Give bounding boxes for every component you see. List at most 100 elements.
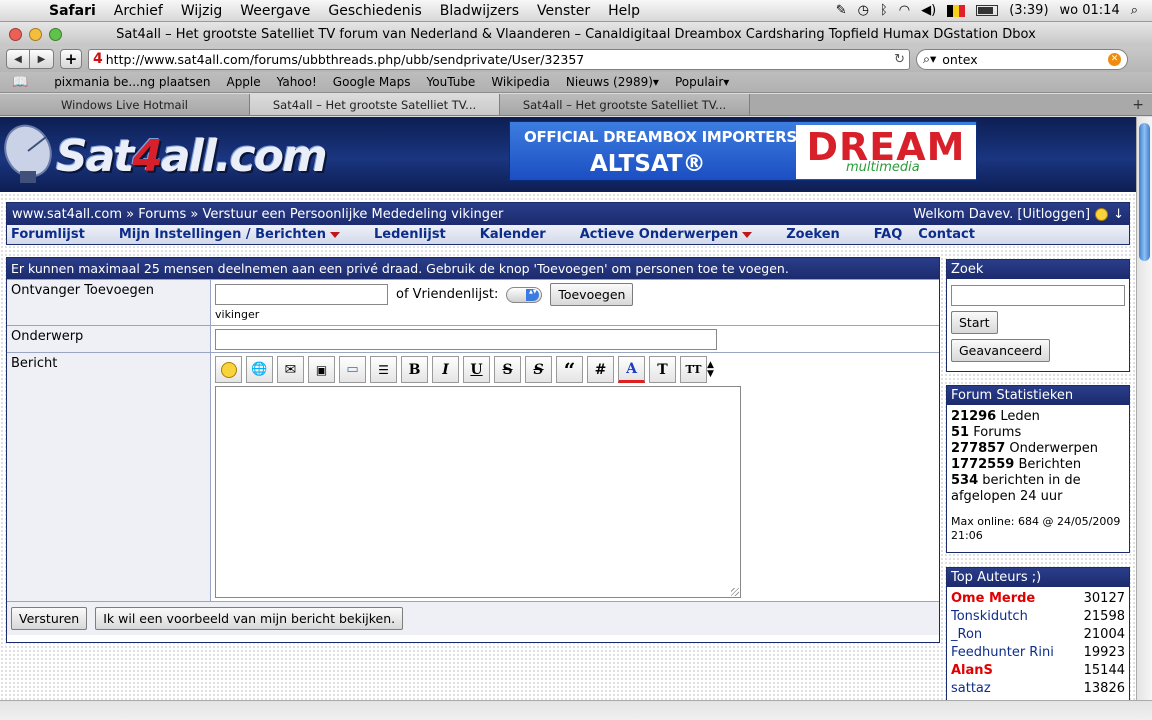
strikethrough-button[interactable]: S bbox=[494, 356, 521, 383]
add-recipient-button[interactable]: Toevoegen bbox=[550, 283, 634, 306]
vertical-scrollbar[interactable] bbox=[1136, 117, 1152, 700]
nav-mijn-instellingen[interactable]: Mijn Instellingen / Berichten bbox=[119, 227, 340, 242]
insert-image-icon[interactable]: ▣ bbox=[308, 356, 335, 383]
top-author-name[interactable]: Feedhunter Rini bbox=[951, 644, 1054, 662]
bookmark-yahoo[interactable]: Yahoo! bbox=[277, 75, 317, 89]
battery-icon[interactable] bbox=[976, 5, 999, 16]
preview-button[interactable]: Ik wil een voorbeeld van mijn bericht be… bbox=[95, 607, 404, 630]
tab-sat4all[interactable]: Sat4all – Het grootste Satelliet TV... bbox=[500, 94, 750, 115]
forward-button[interactable]: ▶ bbox=[30, 49, 54, 69]
bookmark-nieuws[interactable]: Nieuws (2989)▾ bbox=[566, 75, 659, 89]
top-author-name[interactable]: sattaz bbox=[951, 680, 991, 698]
close-window-icon[interactable] bbox=[9, 27, 22, 41]
search-icon[interactable]: ⌕▾ bbox=[923, 51, 936, 67]
top-author-name[interactable]: _Ron bbox=[951, 626, 982, 644]
belgian-flag-icon[interactable] bbox=[947, 4, 966, 17]
menu-weergave[interactable]: Weergave bbox=[231, 3, 319, 19]
advanced-search-button[interactable]: Geavanceerd bbox=[951, 339, 1051, 362]
nav-actieve-onderwerpen[interactable]: Actieve Onderwerpen bbox=[580, 227, 753, 242]
add-bookmark-button[interactable]: + bbox=[60, 49, 82, 69]
menu-help[interactable]: Help bbox=[599, 3, 649, 19]
new-tab-button[interactable]: + bbox=[1124, 94, 1152, 115]
spoiler-button[interactable]: S bbox=[525, 356, 552, 383]
reload-icon[interactable]: ↻ bbox=[894, 52, 905, 67]
advertisement-banner[interactable]: OFFICIAL DREAMBOX IMPORTERS ALTSAT® DREA… bbox=[509, 121, 977, 181]
friends-list-select[interactable] bbox=[506, 286, 543, 303]
search-field[interactable]: ⌕▾ ontex ✕ bbox=[916, 48, 1128, 70]
nav-zoeken[interactable]: Zoeken bbox=[786, 227, 840, 242]
scrollbar-thumb[interactable] bbox=[1139, 123, 1150, 261]
top-author-count: 21598 bbox=[1083, 609, 1125, 624]
wifi-icon[interactable]: ◠ bbox=[899, 3, 910, 18]
top-author-name[interactable]: Tonskidutch bbox=[951, 608, 1028, 626]
nav-faq[interactable]: FAQ bbox=[874, 227, 903, 242]
font-color-button[interactable]: A bbox=[618, 356, 645, 383]
subject-input[interactable] bbox=[215, 329, 717, 350]
nav-kalender[interactable]: Kalender bbox=[480, 227, 546, 242]
quote-button[interactable]: “ bbox=[556, 356, 583, 383]
menu-venster[interactable]: Venster bbox=[528, 3, 599, 19]
bookmark-populair[interactable]: Populair▾ bbox=[675, 75, 729, 89]
bookmark-apple[interactable]: Apple bbox=[226, 75, 260, 89]
forum-search-input[interactable] bbox=[951, 285, 1125, 306]
minimize-window-icon[interactable] bbox=[29, 27, 42, 41]
dropdown-arrow-icon[interactable] bbox=[742, 231, 753, 238]
send-button[interactable]: Versturen bbox=[11, 607, 88, 630]
bookmark-pixmania[interactable]: pixmania be...ng plaatsen bbox=[54, 75, 210, 89]
tab-hotmail[interactable]: Windows Live Hotmail bbox=[0, 94, 250, 115]
volume-icon[interactable]: ◀) bbox=[921, 3, 936, 18]
insert-email-icon[interactable]: ✉ bbox=[277, 356, 304, 383]
font-size-button[interactable]: TT bbox=[680, 356, 707, 383]
tab-sat4all-active[interactable]: Sat4all – Het grootste Satelliet TV... bbox=[250, 94, 500, 115]
underline-button[interactable]: U bbox=[463, 356, 490, 383]
time-machine-icon[interactable]: ◷ bbox=[858, 3, 869, 18]
top-author-count: 13826 bbox=[1083, 681, 1125, 696]
address-url[interactable]: http://www.sat4all.com/forums/ubbthreads… bbox=[106, 52, 894, 67]
menu-app-safari[interactable]: Safari bbox=[40, 3, 105, 19]
script-menu-icon[interactable]: ✎ bbox=[836, 3, 847, 18]
menu-bladwijzers[interactable]: Bladwijzers bbox=[431, 3, 528, 19]
menu-geschiedenis[interactable]: Geschiedenis bbox=[319, 3, 430, 19]
insert-picture-icon[interactable]: ▭ bbox=[339, 356, 366, 383]
dropdown-arrow-icon[interactable] bbox=[329, 231, 340, 238]
nav-contact[interactable]: Contact bbox=[918, 227, 975, 242]
recipient-input[interactable] bbox=[215, 284, 388, 305]
bookmark-wikipedia[interactable]: Wikipedia bbox=[491, 75, 550, 89]
search-query[interactable]: ontex bbox=[942, 52, 1102, 67]
resize-editor-icon[interactable]: ▲ ▼ bbox=[707, 360, 714, 379]
menubar-clock[interactable]: wo 01:14 bbox=[1060, 3, 1120, 18]
top-author-name[interactable]: AlanS bbox=[951, 662, 993, 680]
bluetooth-icon[interactable]: ᛒ bbox=[880, 3, 888, 18]
bookmark-youtube[interactable]: YouTube bbox=[427, 75, 476, 89]
site-logo[interactable]: Sat4all.com bbox=[56, 131, 328, 182]
menu-archief[interactable]: Archief bbox=[105, 3, 172, 19]
bold-button[interactable]: B bbox=[401, 356, 428, 383]
clear-search-icon[interactable]: ✕ bbox=[1108, 52, 1121, 66]
insert-list-icon[interactable]: ☰ bbox=[370, 356, 397, 383]
menu-wijzig[interactable]: Wijzig bbox=[172, 3, 231, 19]
breadcrumb-text[interactable]: www.sat4all.com » Forums » Verstuur een … bbox=[12, 207, 503, 222]
italic-button[interactable]: I bbox=[432, 356, 459, 383]
address-bar[interactable]: 4 http://www.sat4all.com/forums/ubbthrea… bbox=[88, 48, 910, 70]
spotlight-icon[interactable]: ⌕ bbox=[1131, 3, 1138, 18]
message-textarea[interactable] bbox=[215, 386, 741, 598]
search-start-button[interactable]: Start bbox=[951, 311, 998, 334]
welcome-area: Welkom Davev. [Uitloggen] ↓ bbox=[913, 207, 1124, 222]
nav-forumlijst[interactable]: Forumlijst bbox=[11, 227, 85, 242]
font-face-button[interactable]: T bbox=[649, 356, 676, 383]
bookmarks-bar: 📖 pixmania be...ng plaatsen Apple Yahoo!… bbox=[0, 72, 1152, 93]
nav-ledenlijst[interactable]: Ledenlijst bbox=[374, 227, 446, 242]
code-button[interactable]: # bbox=[587, 356, 614, 383]
battery-time: (3:39) bbox=[1009, 3, 1049, 18]
bookmark-google-maps[interactable]: Google Maps bbox=[333, 75, 411, 89]
search-panel: Zoek Start Geavanceerd bbox=[946, 259, 1130, 372]
down-arrow-icon[interactable]: ↓ bbox=[1113, 207, 1124, 222]
zoom-window-icon[interactable] bbox=[49, 27, 62, 41]
bookmarks-book-icon[interactable]: 📖 bbox=[12, 75, 28, 90]
subject-row: Onderwerp bbox=[7, 325, 939, 352]
top-author-name[interactable]: Ome Merde bbox=[951, 590, 1035, 608]
back-button[interactable]: ◀ bbox=[6, 49, 30, 69]
insert-link-icon[interactable]: 🌐 bbox=[246, 356, 273, 383]
smiley-button-icon[interactable] bbox=[215, 356, 242, 383]
welcome-text[interactable]: Welkom Davev. [Uitloggen] bbox=[913, 207, 1090, 222]
